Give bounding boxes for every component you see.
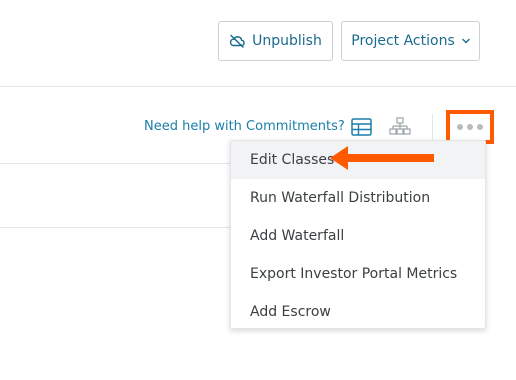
- content-divider-1: [0, 163, 230, 164]
- menu-item-export-investor-portal-metrics[interactable]: Export Investor Portal Metrics: [231, 255, 485, 293]
- more-options-icon: [457, 124, 463, 130]
- more-options-icon: [467, 124, 473, 130]
- more-options-icon: [477, 124, 483, 130]
- tree-view-icon[interactable]: [388, 117, 412, 142]
- page: Unpublish Project Actions Need help with…: [0, 0, 516, 380]
- header-divider: [0, 86, 516, 87]
- annotation-arrow-icon: [330, 146, 438, 174]
- cloud-off-icon: [229, 34, 245, 48]
- project-actions-label: Project Actions: [351, 33, 455, 49]
- toolbar-divider: [432, 114, 433, 140]
- table-view-icon[interactable]: [351, 118, 372, 140]
- unpublish-label: Unpublish: [252, 33, 322, 49]
- chevron-down-icon: [462, 38, 470, 44]
- unpublish-button[interactable]: Unpublish: [218, 21, 333, 61]
- project-actions-button[interactable]: Project Actions: [341, 21, 480, 61]
- more-options-button[interactable]: [446, 110, 494, 144]
- menu-item-run-waterfall-distribution[interactable]: Run Waterfall Distribution: [231, 179, 485, 217]
- menu-item-add-waterfall[interactable]: Add Waterfall: [231, 217, 485, 255]
- content-divider-2: [0, 227, 230, 228]
- menu-item-add-escrow[interactable]: Add Escrow: [231, 293, 485, 331]
- commitments-help-link[interactable]: Need help with Commitments?: [144, 119, 345, 134]
